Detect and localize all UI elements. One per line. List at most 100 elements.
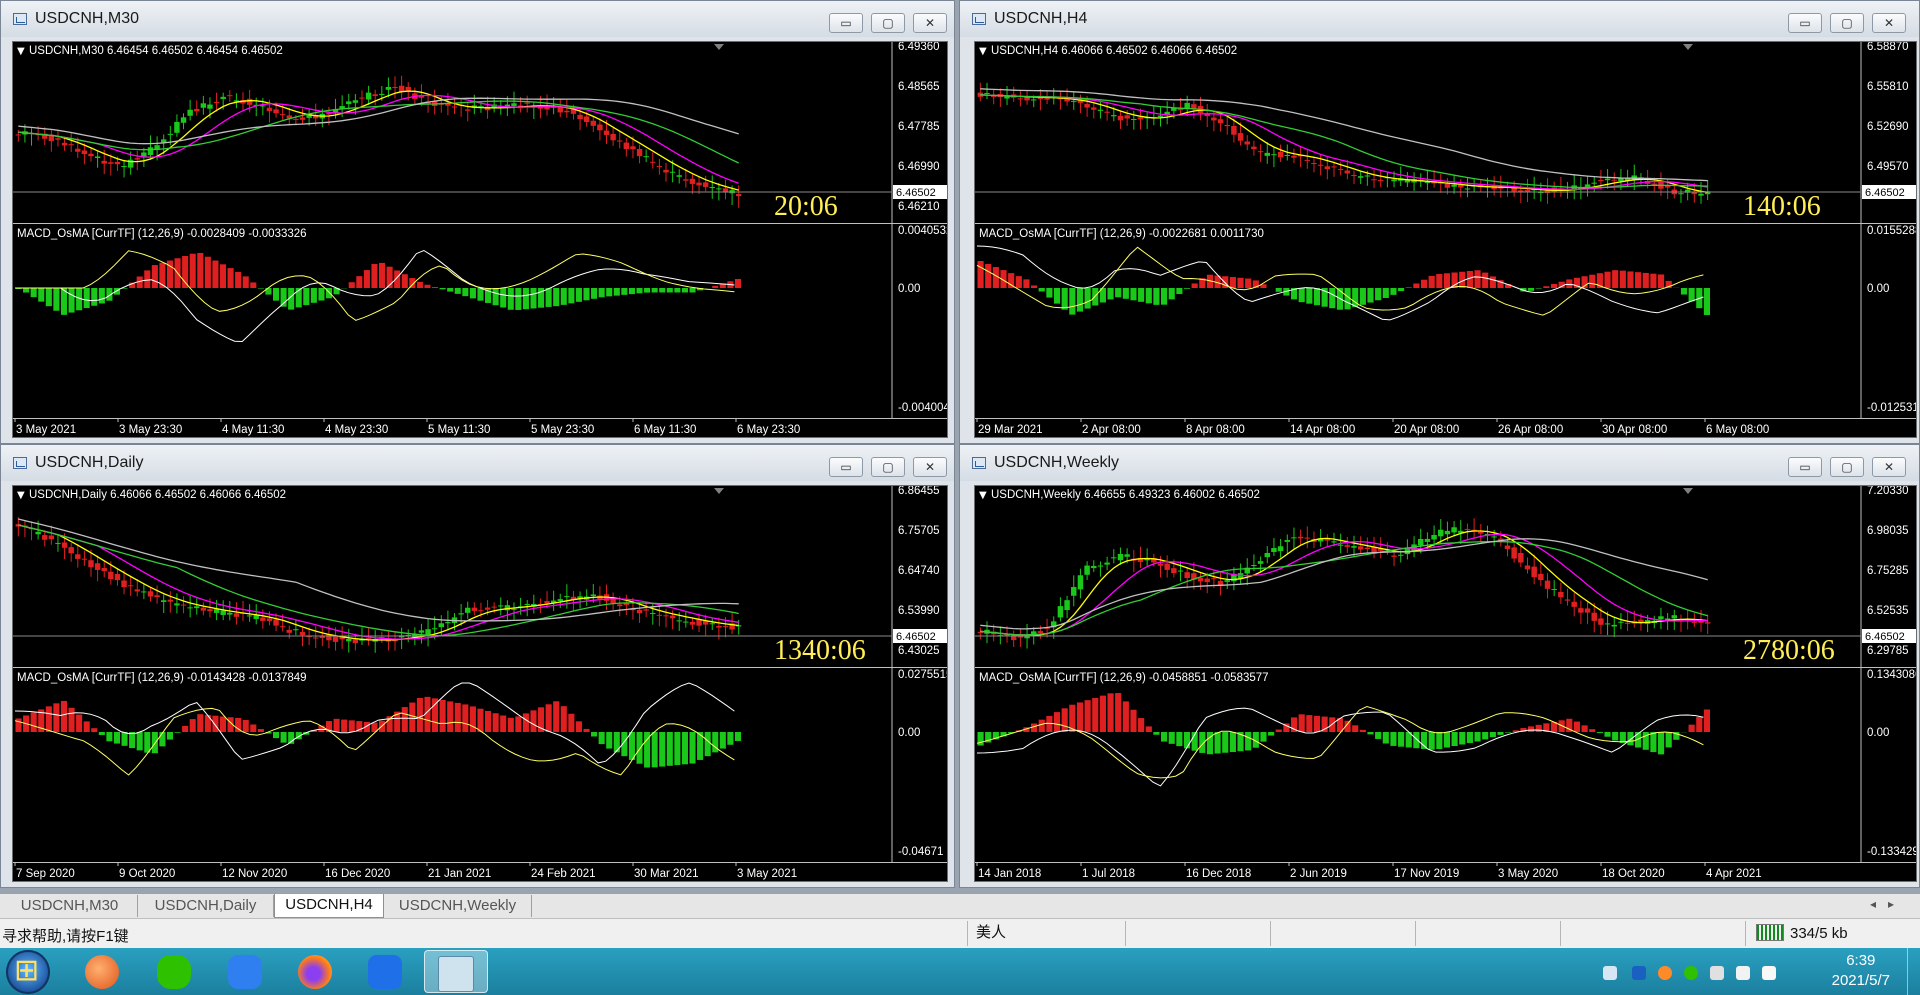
close-button[interactable]: ✕ <box>1872 13 1906 33</box>
candle-body <box>121 580 127 588</box>
candle-body <box>617 140 623 142</box>
macd-histogram-bar <box>1245 278 1252 288</box>
taskbar-app-lark[interactable] <box>355 950 417 993</box>
candle-body <box>1211 578 1217 580</box>
chart-tabs-bar: USDCNH,M30 USDCNH,Daily USDCNH,H4 USDCNH… <box>0 893 1920 918</box>
macd-histogram-bar <box>159 732 166 747</box>
macd-histogram-bar <box>674 288 681 293</box>
macd-histogram-bar <box>575 288 582 302</box>
show-desktop-button[interactable] <box>1907 948 1920 995</box>
taskbar-app-orange[interactable] <box>72 950 134 993</box>
price-scale-label: 6.46990 <box>898 161 940 173</box>
candle-body <box>313 637 319 639</box>
candle-body <box>1184 102 1190 109</box>
macd-histogram-bar <box>1298 714 1305 732</box>
candle-body <box>1331 166 1337 168</box>
chart-window-daily[interactable]: USDCNH,Daily ▭ ▢ ✕ 6.46502 1340:06 ▼ USDCNH… <box>0 444 955 888</box>
connection-bars-icon <box>1756 924 1784 941</box>
candle-body <box>1057 606 1064 618</box>
macd-histogram-bar <box>1543 286 1550 288</box>
candle-body <box>88 153 94 157</box>
taskbar-clock[interactable]: 6:39 2021/5/7 <box>1832 951 1890 991</box>
candle-body <box>1157 563 1164 566</box>
macd-histogram-bar <box>1390 288 1397 295</box>
tray-wifi-icon[interactable] <box>1710 966 1724 980</box>
tab-usdcnh-h4[interactable]: USDCNH,H4 <box>274 894 384 918</box>
minimize-button[interactable]: ▭ <box>1788 13 1822 33</box>
taskbar-app-feishu[interactable] <box>215 950 277 993</box>
price-scale-label: 6.29785 <box>1867 645 1909 657</box>
status-profile[interactable]: 美人 <box>967 921 1125 946</box>
maximize-button[interactable]: ▢ <box>1830 457 1864 477</box>
candle-body <box>1244 141 1250 145</box>
minimize-button[interactable]: ▭ <box>829 13 863 33</box>
chart-area[interactable]: 6.46502 140:06 ▼ USDCNH,H4 6.46066 6.46502 … <box>974 41 1917 438</box>
start-button[interactable] <box>6 950 50 994</box>
tray-network-icon[interactable] <box>1603 966 1617 980</box>
minimize-button[interactable]: ▭ <box>829 457 863 477</box>
time-scale-label: 6 May 11:30 <box>634 424 696 436</box>
window-titlebar[interactable]: USDCNH,M30 ▭ ▢ ✕ <box>1 1 954 37</box>
close-button[interactable]: ✕ <box>913 13 947 33</box>
candle-body <box>1591 182 1597 184</box>
maximize-button[interactable]: ▢ <box>1830 13 1864 33</box>
close-button[interactable]: ✕ <box>913 457 947 477</box>
chart-area[interactable]: 6.46502 2780:06 ▼ USDCNH,Weekly 6.46655 6.4… <box>974 485 1917 882</box>
macd-histogram-bar <box>568 288 575 304</box>
macd-histogram-bar <box>1443 273 1451 288</box>
candle-body <box>180 604 187 606</box>
candle-body <box>15 134 22 136</box>
candle-body <box>1191 104 1197 109</box>
taskbar-app-mt4[interactable] <box>424 950 488 993</box>
maximize-button[interactable]: ▢ <box>871 457 905 477</box>
macd-histogram-bar <box>1130 709 1137 732</box>
candle-body <box>75 148 81 152</box>
chart-area[interactable]: 6.46502 20:06 ▼ USDCNH,M30 6.46454 6.46502 … <box>12 41 948 438</box>
close-button[interactable]: ✕ <box>1872 457 1906 477</box>
window-titlebar[interactable]: USDCNH,Daily ▭ ▢ ✕ <box>1 445 954 481</box>
chart-ohlc-header: USDCNH,M30 6.46454 6.46502 6.46454 6.465… <box>29 45 283 57</box>
window-titlebar[interactable]: USDCNH,Weekly ▭ ▢ ✕ <box>960 445 1919 481</box>
tab-usdcnh-weekly[interactable]: USDCNH,Weekly <box>384 895 532 917</box>
candle-body <box>1071 587 1077 596</box>
macd-histogram-bar <box>1696 717 1703 732</box>
tab-usdcnh-daily[interactable]: USDCNH,Daily <box>138 895 274 917</box>
macd-histogram-bar <box>242 276 249 288</box>
maximize-button[interactable]: ▢ <box>871 13 905 33</box>
chart-area[interactable]: 6.46502 1340:06 ▼ USDCNH,Daily 6.46066 6.46… <box>12 485 948 882</box>
tray-volume-icon[interactable] <box>1736 966 1750 980</box>
candle-body <box>1277 546 1284 552</box>
macd-histogram-bar <box>242 719 249 732</box>
chart-window-m30[interactable]: USDCNH,M30 ▭ ▢ ✕ 6.46502 20:06 ▼ USDCNH,M30… <box>0 0 955 444</box>
chart-window-weekly[interactable]: USDCNH,Weekly ▭ ▢ ✕ 6.46502 2780:06 ▼ USDCN… <box>959 444 1920 888</box>
candle-body <box>286 629 292 633</box>
macd-histogram-bar <box>1038 288 1045 292</box>
tray-shield-icon[interactable] <box>1632 966 1646 980</box>
macd-histogram-bar <box>477 288 484 301</box>
tab-usdcnh-m30[interactable]: USDCNH,M30 <box>2 895 138 917</box>
candle-body <box>1584 608 1591 613</box>
tray-signal-icon[interactable] <box>1762 966 1776 980</box>
minimize-button[interactable]: ▭ <box>1788 457 1822 477</box>
tab-scroll-arrows[interactable]: ◂▸ <box>1870 897 1906 911</box>
candle-body <box>213 102 220 104</box>
taskbar-app-wechat[interactable] <box>144 950 206 993</box>
macd-histogram-bar <box>1038 719 1045 732</box>
macd-histogram-bar <box>235 271 242 288</box>
chart-shift-marker <box>714 44 724 50</box>
candle-body <box>1311 162 1317 164</box>
macd-histogram-bar <box>1122 701 1129 732</box>
macd-histogram-bar <box>583 728 590 732</box>
candle-body <box>1344 170 1351 174</box>
tray-wechat-icon[interactable] <box>1684 966 1698 980</box>
candle-body <box>431 628 438 630</box>
taskbar-app-firefox[interactable] <box>285 950 347 993</box>
candle-body <box>379 93 385 95</box>
candle-body <box>1624 622 1631 624</box>
chart-window-h4[interactable]: USDCNH,H4 ▭ ▢ ✕ 6.46502 140:06 ▼ USDCNH,H4 … <box>959 0 1920 444</box>
candle-body <box>1284 540 1291 542</box>
window-titlebar[interactable]: USDCNH,H4 ▭ ▢ ✕ <box>960 1 1919 37</box>
candle-body <box>1097 109 1104 111</box>
tray-orange-icon[interactable] <box>1658 966 1672 980</box>
candle-body <box>544 601 550 604</box>
